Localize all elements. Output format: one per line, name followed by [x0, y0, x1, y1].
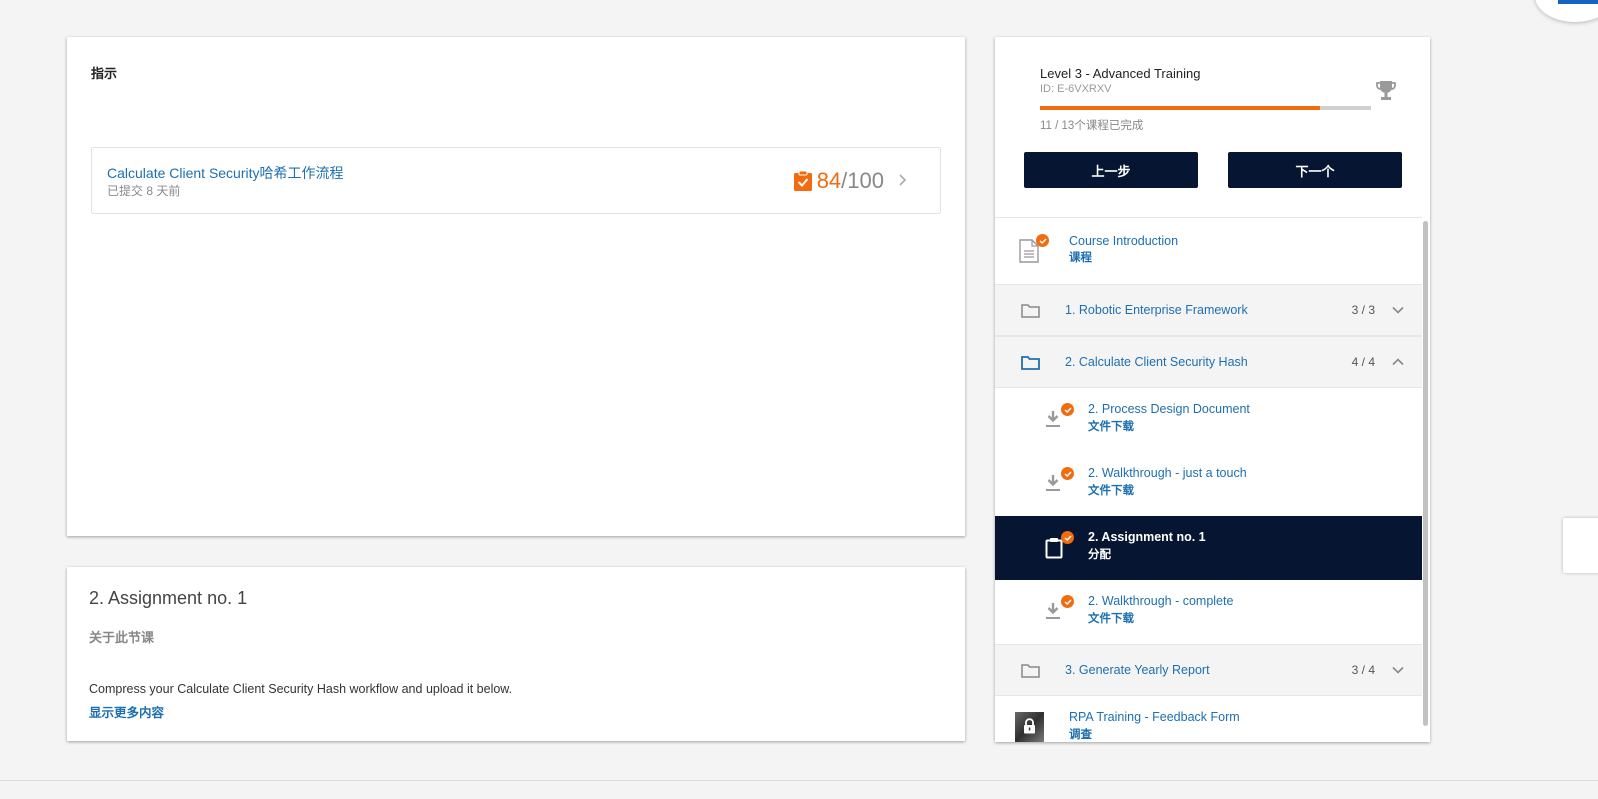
- outline-item-walkthrough-just-a-touch[interactable]: 2. Walkthrough - just a touch 文件下载: [995, 452, 1422, 516]
- course-progress-bar: [1040, 106, 1371, 110]
- outline-item-type: 课程: [1069, 252, 1092, 264]
- outline-item-title: 2. Assignment no. 1: [1088, 530, 1206, 544]
- lock-icon: [1024, 718, 1035, 734]
- course-outline: Course Introduction 课程 1. Robotic Enterp…: [995, 217, 1430, 742]
- completed-check-icon: [1061, 403, 1074, 416]
- folder-icon: [1021, 304, 1040, 318]
- course-title: Level 3 - Advanced Training: [1040, 66, 1201, 81]
- previous-button[interactable]: 上一步: [1024, 152, 1198, 188]
- outline-item-title: RPA Training - Feedback Form: [1069, 710, 1240, 724]
- outline-item-title: Course Introduction: [1069, 234, 1179, 248]
- section-title: 1. Robotic Enterprise Framework: [1065, 303, 1248, 317]
- score-total: /100: [841, 168, 884, 193]
- instructions-card: 指示 Calculate Client Security哈希工作流程 已提交 8…: [67, 37, 965, 536]
- outline-item-type: 文件下载: [1088, 421, 1134, 433]
- chevron-right-icon[interactable]: [896, 170, 910, 190]
- lesson-details-card: 2. Assignment no. 1 关于此节课 Compress your …: [67, 567, 965, 741]
- chevron-up-icon[interactable]: [1391, 356, 1405, 368]
- completed-check-icon: [1036, 234, 1049, 247]
- outline-item-assignment-no-1[interactable]: 2. Assignment no. 1 分配: [995, 516, 1422, 580]
- course-progress-text: 11 / 13个课程已完成: [1040, 120, 1144, 132]
- show-more-link[interactable]: 显示更多内容: [89, 702, 164, 721]
- chevron-down-icon[interactable]: [1391, 664, 1405, 676]
- outline-item-course-introduction[interactable]: Course Introduction 课程: [995, 218, 1422, 284]
- chevron-down-icon[interactable]: [1391, 304, 1405, 316]
- outline-item-walkthrough-complete[interactable]: 2. Walkthrough - complete 文件下载: [995, 580, 1422, 644]
- instructions-heading: 指示: [91, 66, 118, 81]
- outline-item-feedback-form[interactable]: RPA Training - Feedback Form 调查: [995, 696, 1422, 742]
- outline-item-title: 2. Walkthrough - complete: [1088, 594, 1234, 608]
- outline-item-type: 文件下载: [1088, 485, 1134, 497]
- side-feedback-tab[interactable]: [1563, 518, 1598, 573]
- page-divider: [0, 780, 1598, 781]
- about-lesson-label: 关于此节课: [89, 630, 155, 645]
- section-title: 3. Generate Yearly Report: [1065, 663, 1210, 677]
- outline-item-title: 2. Process Design Document: [1088, 402, 1250, 416]
- locked-thumbnail: [1015, 712, 1044, 742]
- download-icon: [1046, 475, 1060, 491]
- outline-section-3[interactable]: 3. Generate Yearly Report 3 / 4: [995, 644, 1422, 696]
- outline-item-process-design-document[interactable]: 2. Process Design Document 文件下载: [995, 388, 1422, 452]
- section-count: 3 / 3: [1351, 303, 1375, 317]
- completed-check-icon: [1061, 595, 1074, 608]
- download-icon: [1046, 411, 1060, 427]
- course-header: Level 3 - Advanced Training ID: E-6VXRXV…: [995, 37, 1430, 217]
- lesson-description: Compress your Calculate Client Security …: [89, 682, 513, 696]
- outline-section-1[interactable]: 1. Robotic Enterprise Framework 3 / 3: [995, 284, 1422, 336]
- outline-item-type: 分配: [1088, 549, 1111, 561]
- outline-item-type: 调查: [1069, 729, 1092, 741]
- submission-time: 已提交 8 天前: [107, 184, 181, 198]
- section-count: 4 / 4: [1351, 355, 1375, 369]
- completed-check-icon: [1061, 467, 1074, 480]
- corner-widget-accent: [1558, 0, 1598, 4]
- submission-title[interactable]: Calculate Client Security哈希工作流程: [107, 163, 344, 183]
- trophy-icon: [1376, 81, 1396, 100]
- lesson-title: 2. Assignment no. 1: [89, 588, 248, 608]
- submission-score: 84 /100: [793, 168, 884, 194]
- score-value: 84: [816, 168, 842, 193]
- clipboard-check-icon: [793, 171, 812, 191]
- section-title: 2. Calculate Client Security Hash: [1065, 355, 1248, 369]
- outline-scrollbar-thumb[interactable]: [1423, 221, 1428, 726]
- folder-icon: [1021, 664, 1040, 678]
- outline-section-2[interactable]: 2. Calculate Client Security Hash 4 / 4: [995, 336, 1422, 388]
- next-button[interactable]: 下一个: [1228, 152, 1402, 188]
- download-icon: [1046, 603, 1060, 619]
- corner-widget-button[interactable]: [1535, 0, 1598, 22]
- submission-item[interactable]: Calculate Client Security哈希工作流程 已提交 8 天前…: [91, 147, 941, 214]
- outline-item-title: 2. Walkthrough - just a touch: [1088, 466, 1247, 480]
- outline-item-type: 文件下载: [1088, 613, 1134, 625]
- clipboard-icon: [1045, 538, 1063, 559]
- course-progress-fill: [1040, 106, 1321, 110]
- course-sidebar: Level 3 - Advanced Training ID: E-6VXRXV…: [995, 37, 1430, 742]
- folder-open-icon: [1021, 356, 1040, 370]
- section-count: 3 / 4: [1351, 663, 1375, 677]
- completed-check-icon: [1061, 531, 1074, 544]
- course-id: ID: E-6VXRXV: [1040, 83, 1112, 95]
